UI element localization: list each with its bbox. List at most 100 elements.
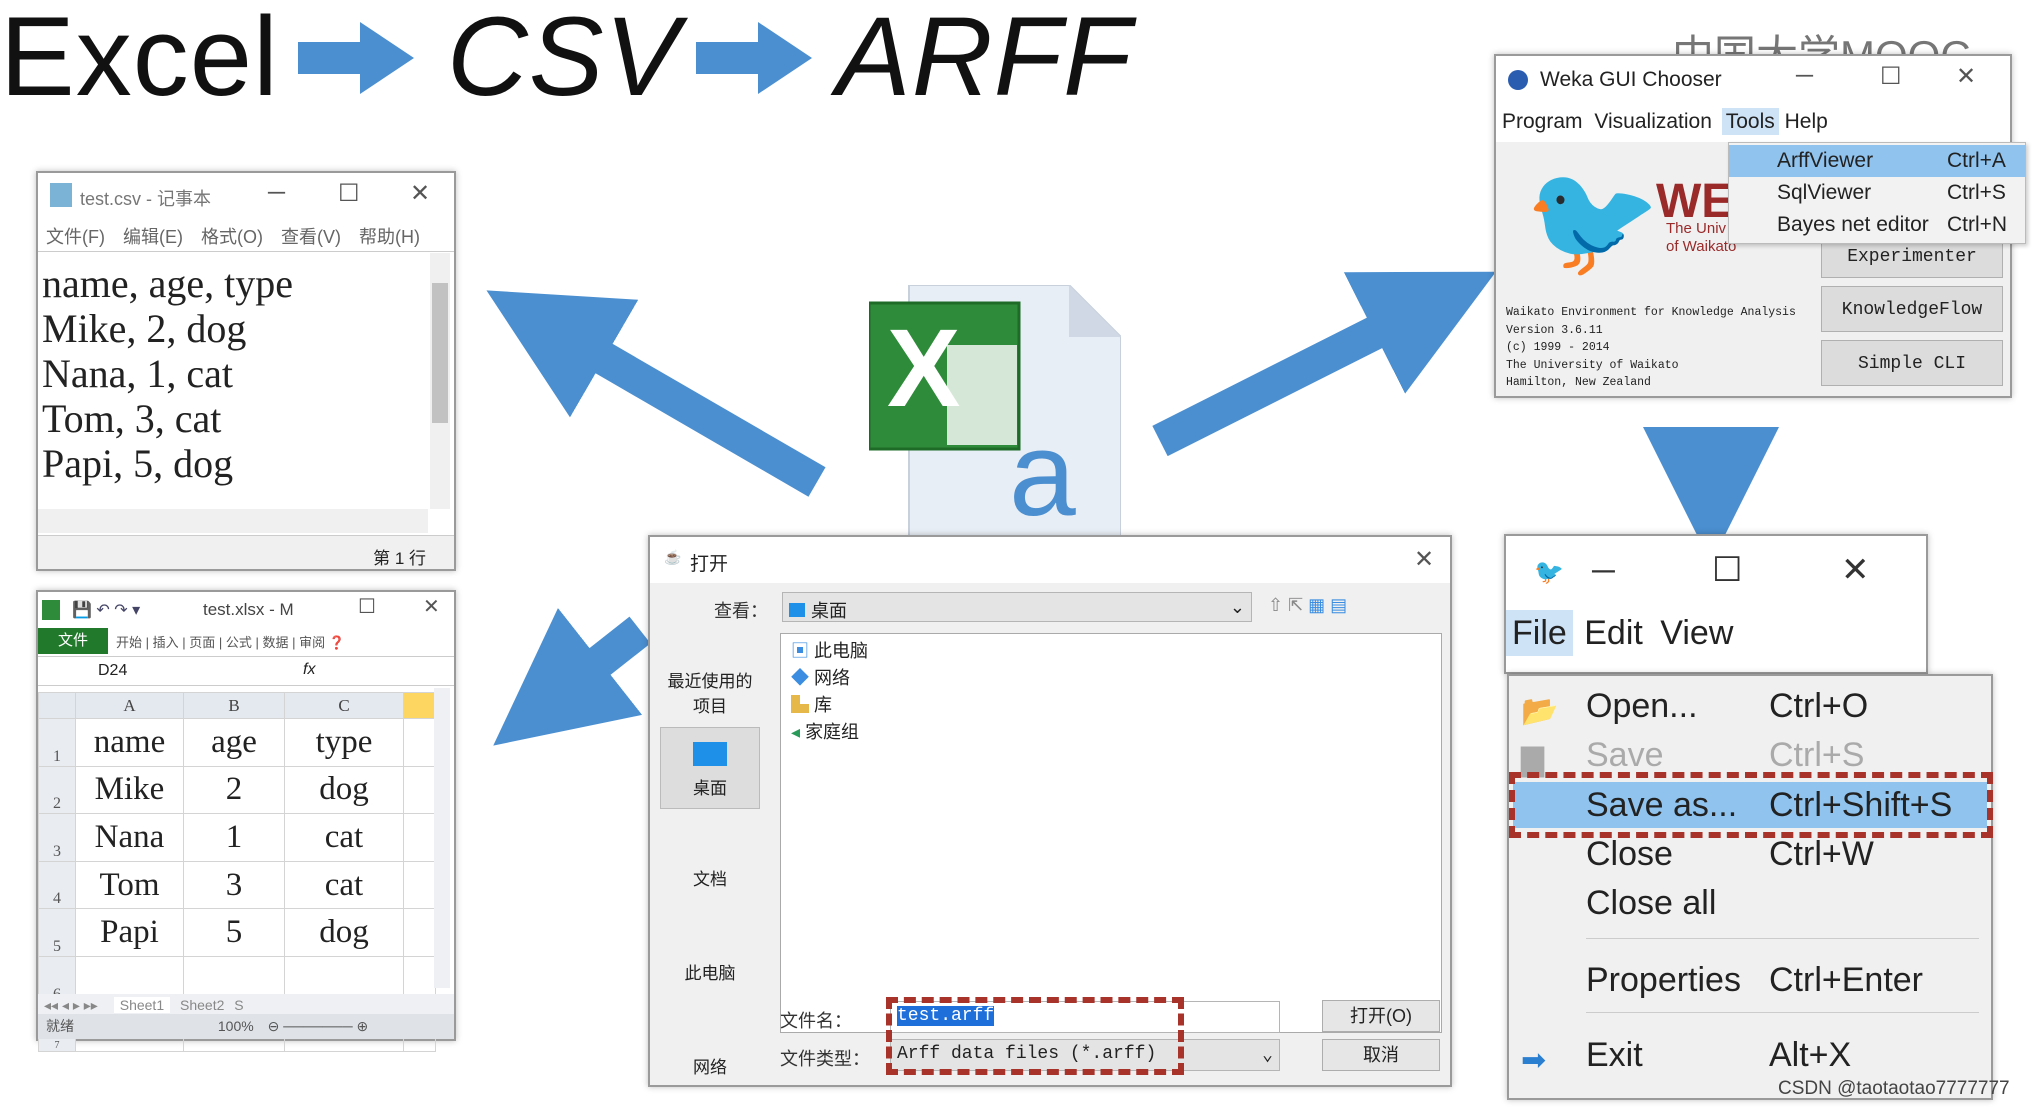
ribbon-tab[interactable]: 数据 [263,635,289,650]
menu-format[interactable]: 格式(O) [201,227,263,247]
cell: Nana [75,813,184,862]
menu-help[interactable]: 帮助(H) [359,227,420,247]
weka-bird-icon: 🐦 [1534,559,1564,586]
file-list[interactable]: ▣ 此电脑 ◆ 网络 ▙ 库 ◂ 家庭组 [780,633,1442,1033]
place-recent[interactable]: 最近使用的项目 [660,627,760,727]
file-item[interactable]: ◂ 家庭组 [791,719,1431,746]
menu-edit[interactable]: Edit [1584,614,1643,652]
file-item[interactable]: ▣ 此电脑 [791,638,1431,665]
menu-item-open[interactable]: 📂 Open... Ctrl+O [1509,683,1991,729]
excel-icon [42,600,60,620]
simple-cli-button[interactable]: Simple CLI [1821,340,2003,386]
close-button[interactable]: ✕ [410,179,430,208]
look-in-label: 查看： [714,601,768,621]
menu-item-bayes-net-editor[interactable]: Bayes net editor Ctrl+N [1729,209,2025,241]
close-button[interactable]: ✕ [1414,545,1434,574]
menu-help[interactable]: Help [1785,110,1828,133]
menu-item-exit[interactable]: ➡ Exit Alt+X [1509,1032,1991,1078]
minimize-button[interactable]: ─ [1592,552,1615,589]
sheet-tab[interactable]: S [234,997,243,1013]
look-in-select[interactable]: 桌面 ⌄ [782,592,1252,622]
places-sidebar: 最近使用的项目 桌面 文档 此电脑 网络 [660,627,760,1091]
sheet-tab[interactable]: Sheet2 [180,997,224,1013]
ribbon-tab[interactable]: 审阅 [299,635,325,650]
arrow-to-weka [1152,271,1496,457]
place-network[interactable]: 网络 [660,997,760,1091]
cell: 3 [183,860,285,910]
arff-viewer-window: 🐦 ─ ☐ ✕ File Edit View [1504,534,1928,674]
ribbon-tab[interactable]: 页面 [189,635,215,650]
vertical-scrollbar[interactable] [434,688,450,988]
close-button[interactable]: ✕ [1956,62,1976,91]
window-title: test.csv - 记事本 [80,189,212,209]
desktop-icon [693,742,727,766]
fx-icon[interactable]: fx [303,661,315,679]
place-computer[interactable]: 此电脑 [660,903,760,997]
maximize-button[interactable]: ☐ [1712,550,1742,590]
java-icon: ☕ [664,549,682,565]
notepad-window: test.csv - 记事本 ─ ☐ ✕ 文件(F) 编辑(E) 格式(O) 查看(V… [36,171,456,571]
menu-file[interactable]: 文件(F) [46,227,105,247]
menu-item-arffviewer[interactable]: ArffViewer Ctrl+A [1729,145,2025,177]
cell: dog [284,765,404,815]
cell: 5 [183,908,285,957]
minimize-button[interactable]: ─ [1796,62,1813,90]
dialog-title: 打开 [690,554,729,575]
file-item[interactable]: ◆ 网络 [791,665,1431,692]
tools-dropdown: ArffViewer Ctrl+A SqlViewer Ctrl+S Bayes n… [1728,142,2026,244]
cell: dog [284,908,404,957]
menu-view[interactable]: 查看(V) [281,227,341,247]
name-box[interactable]: D24 [98,662,127,680]
highlight-box [1509,772,1993,838]
cell: Papi [75,908,184,957]
window-title: Weka GUI Chooser [1540,68,1722,91]
open-button[interactable]: 打开(O) [1322,1000,1440,1032]
place-documents[interactable]: 文档 [660,809,760,903]
file-item[interactable]: ▙ 库 [791,692,1431,719]
sheet-tab-active[interactable]: Sheet1 [113,997,171,1013]
horizontal-scrollbar[interactable] [38,509,428,533]
minimize-button[interactable]: ─ [268,179,285,207]
close-button[interactable]: ✕ [423,594,440,619]
menu-tools[interactable]: Tools [1721,108,1779,135]
file-tab[interactable]: 文件 [38,628,108,654]
weka-info: Waikato Environment for Knowledge Analys… [1506,306,1796,389]
close-button[interactable]: ✕ [1841,550,1870,590]
cell: cat [284,813,404,862]
ribbon-tab[interactable]: 插入 [153,635,179,650]
menu-visualization[interactable]: Visualization [1594,110,1712,133]
menu-item-sqlviewer[interactable]: SqlViewer Ctrl+S [1729,177,2025,209]
csdn-watermark: CSDN @taotaotao7777777 [1778,1078,2010,1099]
cell: type [284,718,404,767]
quick-access-icons[interactable]: 💾 ↶ ↷ ▾ [72,600,140,620]
menu-program[interactable]: Program [1502,110,1583,133]
menu-view[interactable]: View [1660,614,1733,652]
cell: 2 [183,765,285,815]
place-desktop[interactable]: 桌面 [660,727,760,809]
sheet-nav-icons[interactable]: ◂◂ ◂ ▸ ▸▸ [44,997,98,1013]
cell: name [75,718,184,767]
zoom-level: 100% [217,1018,254,1034]
weka-gui-chooser: Weka GUI Chooser ─ ☐ ✕ Program Visualiza… [1494,54,2026,398]
exit-arrow-icon: ➡ [1521,1044,1547,1077]
menu-edit[interactable]: 编辑(E) [123,227,183,247]
weka-bird-logo: 🐦 [1524,159,1661,282]
cancel-button[interactable]: 取消 [1322,1039,1440,1071]
arrow-to-csv [486,290,826,497]
ribbon-tab[interactable]: 开始 [116,635,142,650]
help-icon[interactable]: ❓ [329,635,345,650]
maximize-button[interactable]: ☐ [1880,62,1902,91]
menu-item-properties[interactable]: Properties Ctrl+Enter [1509,957,1991,1003]
toolbar-icons[interactable]: ⇧ ⇱ ▦ ▤ [1268,595,1347,616]
text-area[interactable]: name, age, type Mike, 2, dog Nana, 1, cat T… [42,261,293,486]
ribbon-tab[interactable]: 公式 [226,635,252,650]
status-ready: 就绪 [46,1018,74,1034]
vertical-scrollbar[interactable] [430,253,450,509]
maximize-button[interactable]: ☐ [358,594,376,619]
menu-file[interactable]: File [1506,610,1573,656]
menu-item-close[interactable]: Close Ctrl+W [1509,831,1991,877]
zoom-slider[interactable]: ⊖ ─────── ⊕ [268,1018,369,1034]
menu-item-close-all[interactable]: Close all [1509,880,1991,926]
knowledgeflow-button[interactable]: KnowledgeFlow [1821,286,2003,332]
maximize-button[interactable]: ☐ [338,179,360,208]
